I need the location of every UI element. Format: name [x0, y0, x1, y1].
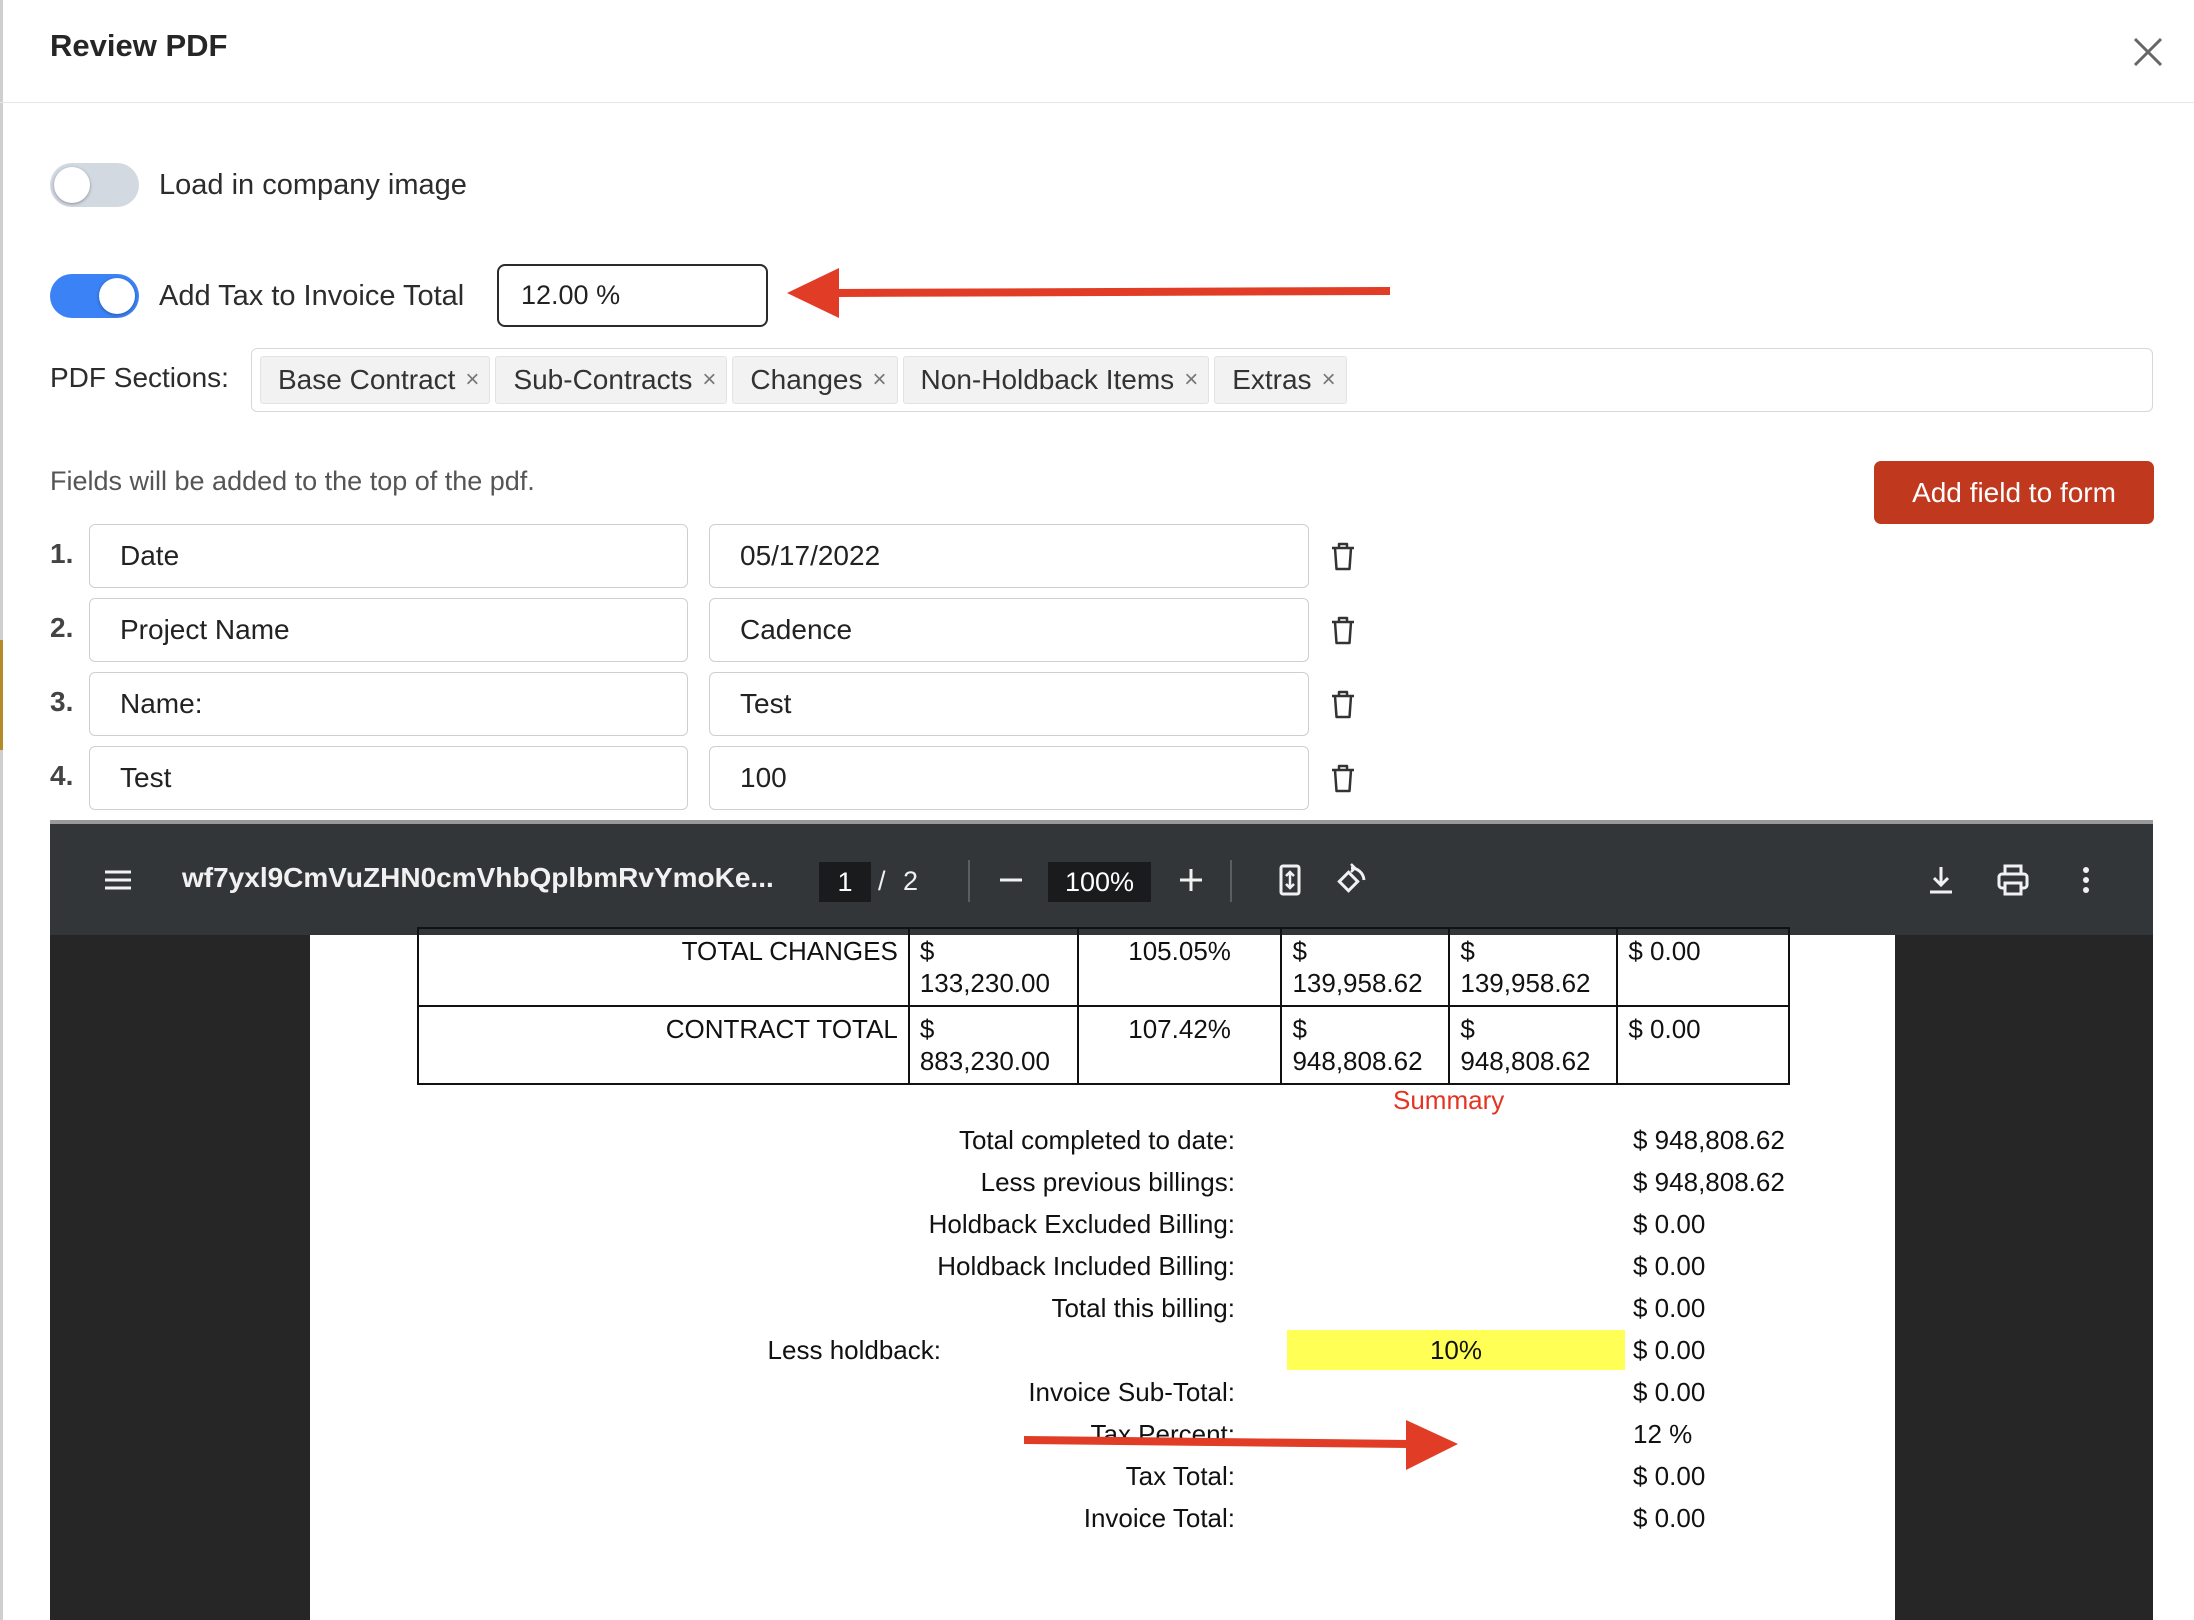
company-image-label: Load in company image — [159, 168, 467, 201]
table-cell: 107.42% — [1076, 1005, 1283, 1085]
annotation-arrow-tax-percent — [1023, 1420, 1458, 1470]
section-tag-extras: Extras × — [1214, 356, 1347, 404]
add-field-button[interactable]: Add field to form — [1874, 461, 2154, 524]
table-cell: TOTAL CHANGES — [417, 927, 910, 1007]
field-row: 3. — [50, 672, 1370, 736]
trash-icon[interactable] — [1326, 687, 1360, 721]
summary-title: Summary — [1393, 1085, 1505, 1115]
table-cell: $883,230.00 — [907, 1005, 1079, 1085]
left-edge-marker — [0, 640, 3, 750]
field-name-input[interactable] — [89, 746, 688, 810]
field-row: 1. — [50, 524, 1370, 588]
table-cell: 105.05% — [1076, 927, 1283, 1007]
summary-row: Invoice Total: $ 0.00 — [1083, 1503, 1706, 1533]
summary-row: Total this billing: $ 0.00 — [1051, 1293, 1706, 1323]
table-cell: $ 0.00 — [1616, 927, 1790, 1007]
close-icon[interactable] — [2126, 30, 2170, 74]
modal-header: Review PDF — [0, 0, 2194, 103]
field-value-input[interactable] — [709, 524, 1309, 588]
field-name-input[interactable] — [89, 672, 688, 736]
table-cell: CONTRACT TOTAL — [417, 1005, 910, 1085]
menu-icon[interactable] — [100, 862, 136, 898]
table-cell: $ 0.00 — [1616, 1005, 1790, 1085]
summary-row: Total completed to date: $ 948,808.62 — [958, 1125, 1785, 1155]
print-icon[interactable] — [1995, 862, 2031, 898]
field-value-input[interactable] — [709, 746, 1309, 810]
rotate-icon[interactable] — [1333, 862, 1369, 898]
remove-tag-icon[interactable]: × — [702, 366, 716, 394]
zoom-in-icon[interactable] — [1173, 862, 1209, 898]
pdf-toolbar: wf7yxl9CmVuZHN0cmVhbQplbmRvYmoKe... 1 / … — [50, 824, 2153, 935]
field-name-input[interactable] — [89, 524, 688, 588]
pdf-filename: wf7yxl9CmVuZHN0cmVhbQplbmRvYmoKe... — [182, 862, 774, 893]
pdf-sections-select[interactable]: Base Contract × Sub-Contracts × Changes × N… — [251, 348, 2153, 412]
switch-knob — [99, 278, 135, 314]
add-tax-toggle-row: Add Tax to Invoice Total — [50, 271, 464, 321]
section-tag-non-holdback-items: Non-Holdback Items × — [902, 356, 1210, 404]
table-cell: $133,230.00 — [907, 927, 1079, 1007]
field-name-input[interactable] — [89, 598, 688, 662]
remove-tag-icon[interactable]: × — [465, 366, 479, 394]
field-number: 2. — [50, 612, 74, 643]
holdback-percent: 10% — [1287, 1330, 1625, 1370]
left-edge — [0, 0, 3, 1620]
field-row: 2. — [50, 598, 1370, 662]
page-separator: / — [878, 866, 886, 896]
section-tag-base-contract: Base Contract × — [260, 356, 491, 404]
switch-knob — [54, 167, 90, 203]
holdback-row: Less holdback: 10% $ 0.00 — [310, 1330, 1895, 1377]
summary-row: Less previous billings: $ 948,808.62 — [980, 1167, 1785, 1197]
page-number-input[interactable]: 1 — [819, 862, 871, 902]
pdf-viewer[interactable]: wf7yxl9CmVuZHN0cmVhbQplbmRvYmoKe... 1 / … — [50, 820, 2153, 1620]
toolbar-divider — [968, 860, 970, 902]
holdback-value: $ 0.00 — [1633, 1335, 1706, 1365]
zoom-level[interactable]: 100% — [1048, 862, 1151, 902]
summary-row: Holdback Excluded Billing: $ 0.00 — [928, 1209, 1706, 1239]
field-number: 4. — [50, 760, 74, 791]
field-number: 3. — [50, 686, 74, 717]
table-row: TOTAL CHANGES $133,230.00 105.05% $139,9… — [417, 927, 1790, 1007]
annotation-arrow-tax-input — [787, 268, 1391, 318]
fields-note: Fields will be added to the top of the p… — [50, 466, 535, 496]
modal-title: Review PDF — [50, 28, 228, 63]
more-icon[interactable] — [2068, 862, 2104, 898]
pdf-sections-label: PDF Sections: — [50, 362, 229, 393]
section-tag-sub-contracts: Sub-Contracts × — [495, 356, 728, 404]
table-cell: $139,958.62 — [1280, 927, 1451, 1007]
field-value-input[interactable] — [709, 598, 1309, 662]
add-tax-label: Add Tax to Invoice Total — [159, 279, 465, 312]
remove-tag-icon[interactable]: × — [1322, 366, 1336, 394]
toolbar-divider — [1230, 860, 1232, 902]
field-row: 4. — [50, 746, 1370, 810]
section-tag-changes: Changes × — [732, 356, 898, 404]
pdf-page: TOTAL CHANGES $133,230.00 105.05% $139,9… — [310, 927, 1895, 1620]
tax-percent-input[interactable] — [497, 264, 768, 327]
company-image-toggle-row: Load in company image — [50, 160, 467, 210]
pdf-totals-table: TOTAL CHANGES $133,230.00 105.05% $139,9… — [417, 927, 1790, 1085]
trash-icon[interactable] — [1326, 613, 1360, 647]
fit-page-icon[interactable] — [1272, 862, 1308, 898]
holdback-label: Less holdback: — [767, 1335, 941, 1365]
remove-tag-icon[interactable]: × — [873, 366, 887, 394]
zoom-out-icon[interactable] — [993, 862, 1029, 898]
remove-tag-icon[interactable]: × — [1184, 366, 1198, 394]
table-cell: $948,808.62 — [1448, 1005, 1619, 1085]
company-image-switch[interactable] — [50, 163, 139, 207]
trash-icon[interactable] — [1326, 539, 1360, 573]
summary-row: Holdback Included Billing: $ 0.00 — [937, 1251, 1706, 1281]
summary-row: Invoice Sub-Total: $ 0.00 — [1028, 1377, 1706, 1407]
table-cell: $139,958.62 — [1448, 927, 1619, 1007]
field-value-input[interactable] — [709, 672, 1309, 736]
table-row: CONTRACT TOTAL $883,230.00 107.42% $948,… — [417, 1005, 1790, 1085]
add-tax-switch[interactable] — [50, 274, 139, 318]
download-icon[interactable] — [1923, 862, 1959, 898]
trash-icon[interactable] — [1326, 761, 1360, 795]
field-number: 1. — [50, 538, 74, 569]
table-cell: $948,808.62 — [1280, 1005, 1451, 1085]
page-total: 2 — [903, 866, 919, 896]
